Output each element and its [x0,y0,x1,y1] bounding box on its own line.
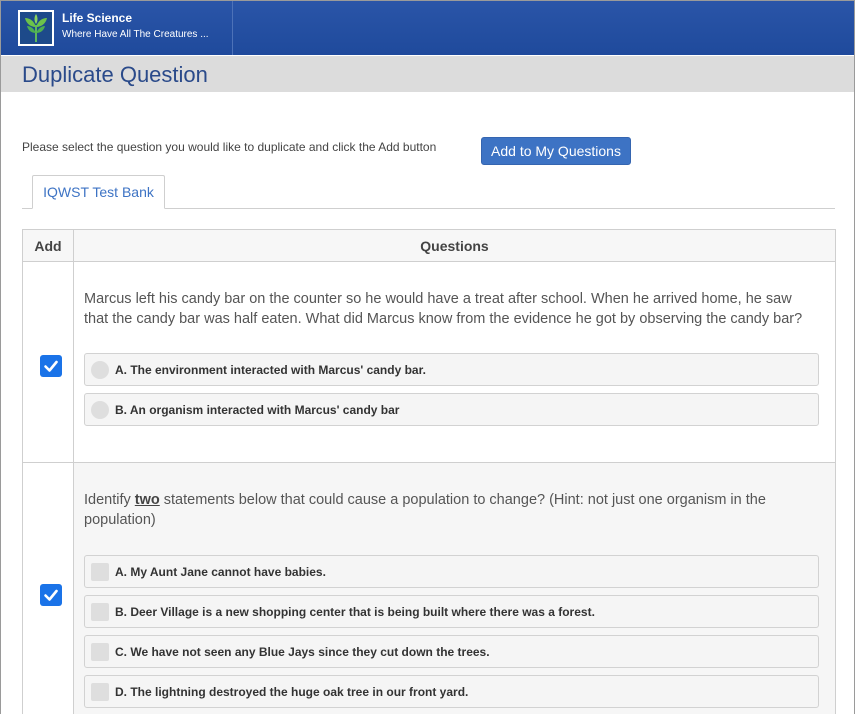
course-brand[interactable]: Life Science Where Have All The Creature… [1,1,233,55]
answer-label: A. My Aunt Jane cannot have babies. [115,564,326,579]
question-text: Marcus left his candy bar on the counter… [84,291,803,327]
answer-option[interactable]: A. My Aunt Jane cannot have babies. [84,555,819,588]
answer-option[interactable]: D. The lightning destroyed the huge oak … [84,675,819,708]
answer-label: C. We have not seen any Blue Jays since … [115,644,490,659]
top-bar: Life Science Where Have All The Creature… [1,1,854,55]
tab-bar: IQWST Test Bank [22,175,835,209]
radio-button-icon[interactable] [91,360,109,379]
question-text: Identify two statements below that could… [84,490,819,530]
answer-label: B. An organism interacted with Marcus' c… [115,402,400,417]
page-title: Duplicate Question [22,62,208,87]
title-bar: Duplicate Question [1,56,854,92]
table-row: Identify two statements below that could… [23,463,835,714]
add-cell [23,262,74,462]
question-text-start: Identify [84,492,135,508]
answer-label: D. The lightning destroyed the huge oak … [115,684,469,699]
checkbox-icon[interactable] [91,562,109,581]
radio-button-icon[interactable] [91,400,109,419]
questions-table: Add Questions Marcus left his candy bar … [22,229,836,714]
tab-iqwst-test-bank[interactable]: IQWST Test Bank [32,175,165,209]
add-checkbox[interactable] [40,584,62,606]
question-cell: Marcus left his candy bar on the counter… [74,262,835,462]
add-cell [23,463,74,714]
unit-subtitle: Where Have All The Creatures ... [62,29,209,40]
course-title: Life Science [62,11,133,25]
question-cell: Identify two statements below that could… [74,463,835,714]
table-row: Marcus left his candy bar on the counter… [23,262,835,463]
questions-column-header: Questions [420,237,489,254]
answer-option[interactable]: B. An organism interacted with Marcus' c… [84,393,819,426]
answer-option[interactable]: A. The environment interacted with Marcu… [84,353,819,386]
answer-option[interactable]: C. We have not seen any Blue Jays since … [84,635,819,668]
answer-list: A. The environment interacted with Marcu… [84,353,819,426]
answer-label: A. The environment interacted with Marcu… [115,362,426,377]
table-header: Add Questions [23,230,835,262]
question-text-end: statements below that could cause a popu… [84,492,766,528]
checkbox-icon[interactable] [91,602,109,621]
sprout-icon [18,10,54,46]
checkbox-icon[interactable] [91,642,109,661]
checkbox-icon[interactable] [91,682,109,701]
answer-label: B. Deer Village is a new shopping center… [115,604,595,619]
add-column-header: Add [23,230,74,261]
checkmark-icon [44,360,58,372]
answer-option[interactable]: B. Deer Village is a new shopping center… [84,595,819,628]
app-frame: Life Science Where Have All The Creature… [0,0,855,714]
checkmark-icon [44,589,58,601]
add-checkbox[interactable] [40,355,62,377]
instructions-text: Please select the question you would lik… [22,140,437,154]
answer-list: A. My Aunt Jane cannot have babies. B. D… [84,555,819,708]
add-to-my-questions-button[interactable]: Add to My Questions [481,137,631,165]
question-emphasis: two [134,492,160,508]
